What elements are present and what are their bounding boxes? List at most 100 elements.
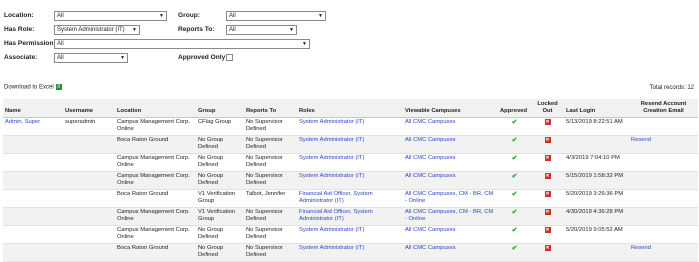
cell-reports-to: No Supervisor Defined	[244, 207, 297, 226]
cell-locked-out[interactable]: ✕	[531, 117, 564, 136]
cell-last-login	[564, 135, 629, 154]
x-icon[interactable]: ✕	[544, 227, 551, 233]
has-permission-select[interactable]: All ▼	[54, 39, 310, 49]
cell-roles[interactable]: System Administrator (IT)	[297, 225, 403, 244]
x-icon[interactable]: ✕	[544, 245, 551, 251]
cell-name[interactable]	[3, 135, 63, 154]
chevron-down-icon: ▼	[120, 55, 125, 61]
download-excel-link[interactable]: Download to Excel X	[4, 84, 62, 91]
cell-approved: ✔	[498, 189, 531, 208]
x-icon[interactable]: ✕	[544, 173, 551, 179]
download-label: Download to Excel	[4, 84, 54, 91]
table-row: Admin, Super superadmin Campus Management …	[3, 117, 698, 136]
cell-campuses[interactable]: All CMC Campuses, CM - BR, CM - Online	[403, 207, 498, 226]
chevron-down-icon: ▼	[159, 13, 164, 19]
x-icon[interactable]: ✕	[544, 209, 551, 215]
cell-roles[interactable]: Financial Aid Officer, System Administra…	[297, 189, 403, 208]
cell-roles[interactable]: System Administrator (IT)	[297, 117, 403, 136]
cell-locked-out[interactable]: ✕	[531, 207, 564, 226]
cell-roles[interactable]: System Administrator (IT)	[297, 171, 403, 190]
cell-reports-to: No Supervisor Defined	[244, 117, 297, 136]
x-icon[interactable]: ✕	[544, 191, 551, 197]
cell-reports-to: No Supervisor Defined	[244, 153, 297, 172]
cell-username	[63, 189, 115, 208]
cell-name[interactable]	[3, 171, 63, 190]
cell-locked-out[interactable]: ✕	[531, 189, 564, 208]
check-icon: ✔	[511, 119, 518, 126]
col-header-viewable-campuses[interactable]: Viewable Campuses	[403, 99, 498, 118]
resend-link[interactable]	[629, 153, 698, 172]
cell-approved: ✔	[498, 117, 531, 136]
approved-only-checkbox[interactable]	[226, 54, 233, 61]
cell-locked-out[interactable]: ✕	[531, 135, 564, 154]
cell-location: Campus Management Corp. Online	[115, 117, 196, 136]
x-icon[interactable]: ✕	[544, 119, 551, 125]
col-header-name[interactable]: Name	[3, 99, 63, 118]
check-icon: ✔	[511, 191, 518, 198]
cell-campuses[interactable]: All CMC Campuses	[403, 117, 498, 136]
col-header-last-login[interactable]: Last Login	[564, 99, 629, 118]
cell-username: superadmin	[63, 117, 115, 136]
cell-group: No Group Defined	[196, 153, 244, 172]
cell-group: No Group Defined	[196, 135, 244, 154]
excel-icon[interactable]: X	[55, 84, 62, 90]
cell-approved: ✔	[498, 135, 531, 154]
resend-link[interactable]	[629, 207, 698, 226]
x-icon[interactable]: ✕	[544, 137, 551, 143]
cell-campuses[interactable]: All CMC Campuses	[403, 135, 498, 154]
cell-name[interactable]	[3, 207, 63, 226]
cell-name[interactable]	[3, 153, 63, 172]
cell-locked-out[interactable]: ✕	[531, 171, 564, 190]
group-select[interactable]: All ▼	[226, 11, 326, 21]
reports-to-select[interactable]: All ▼	[226, 25, 297, 35]
check-icon: ✔	[511, 209, 518, 216]
col-header-roles[interactable]: Roles	[297, 99, 403, 118]
associate-select[interactable]: All ▼	[54, 53, 128, 63]
cell-locked-out[interactable]: ✕	[531, 153, 564, 172]
cell-campuses[interactable]: All CMC Campuses	[403, 153, 498, 172]
cell-campuses[interactable]: All CMC Campuses	[403, 225, 498, 244]
cell-last-login: 4/30/2019 4:36:28 PM	[564, 207, 629, 226]
cell-locked-out[interactable]: ✕	[531, 225, 564, 244]
associate-label: Associate:	[4, 54, 38, 61]
col-header-reports-to[interactable]: Reports To	[244, 99, 297, 118]
resend-link[interactable]	[629, 225, 698, 244]
has-permission-value: All	[57, 41, 64, 47]
resend-link[interactable]	[629, 171, 698, 190]
chevron-down-icon: ▼	[302, 41, 307, 47]
check-icon: ✔	[511, 173, 518, 180]
cell-roles[interactable]: System Administrator (IT)	[297, 135, 403, 154]
cell-roles[interactable]: Financial Aid Officer, System Administra…	[297, 207, 403, 226]
has-permission-label: Has Permission:	[4, 40, 56, 47]
col-header-locked-out[interactable]: Locked Out	[531, 99, 564, 118]
cell-name[interactable]: Admin, Super	[3, 117, 63, 136]
check-icon: ✔	[511, 155, 518, 162]
resend-link[interactable]	[629, 117, 698, 136]
group-value: All	[229, 13, 236, 19]
cell-group: CFlag Group	[196, 117, 244, 136]
cell-name[interactable]	[3, 189, 63, 208]
col-header-username[interactable]: Username	[63, 99, 115, 118]
resend-link[interactable]	[629, 189, 698, 208]
cell-username	[63, 153, 115, 172]
cell-last-login: 5/15/2019 1:58:32 PM	[564, 171, 629, 190]
check-icon: ✔	[511, 227, 518, 234]
cell-name[interactable]	[3, 225, 63, 244]
cell-campuses[interactable]: All CMC Campuses, CM - BR, CM - Online	[403, 189, 498, 208]
location-select[interactable]: All ▼	[54, 11, 167, 21]
resend-link[interactable]: Resend	[629, 135, 698, 154]
col-header-group[interactable]: Group	[196, 99, 244, 118]
table-row: Campus Management Corp. Online No Group D…	[3, 153, 698, 172]
cell-campuses[interactable]: All CMC Campuses	[403, 171, 498, 190]
cell-roles[interactable]: System Administrator (IT)	[297, 153, 403, 172]
x-icon[interactable]: ✕	[544, 155, 551, 161]
total-records: Total records: 12	[649, 85, 694, 91]
cell-location: Campus Management Corp. Online	[115, 225, 196, 244]
chevron-down-icon: ▼	[289, 27, 294, 33]
col-header-location[interactable]: Location	[115, 99, 196, 118]
col-header-approved[interactable]: Approved	[498, 99, 531, 118]
check-icon: ✔	[511, 137, 518, 144]
table-header-row: Name Username Location Group Reports To …	[3, 99, 698, 118]
cell-group: No Group Defined	[196, 225, 244, 244]
has-role-select[interactable]: System Administrator (IT) ▼	[54, 25, 140, 35]
